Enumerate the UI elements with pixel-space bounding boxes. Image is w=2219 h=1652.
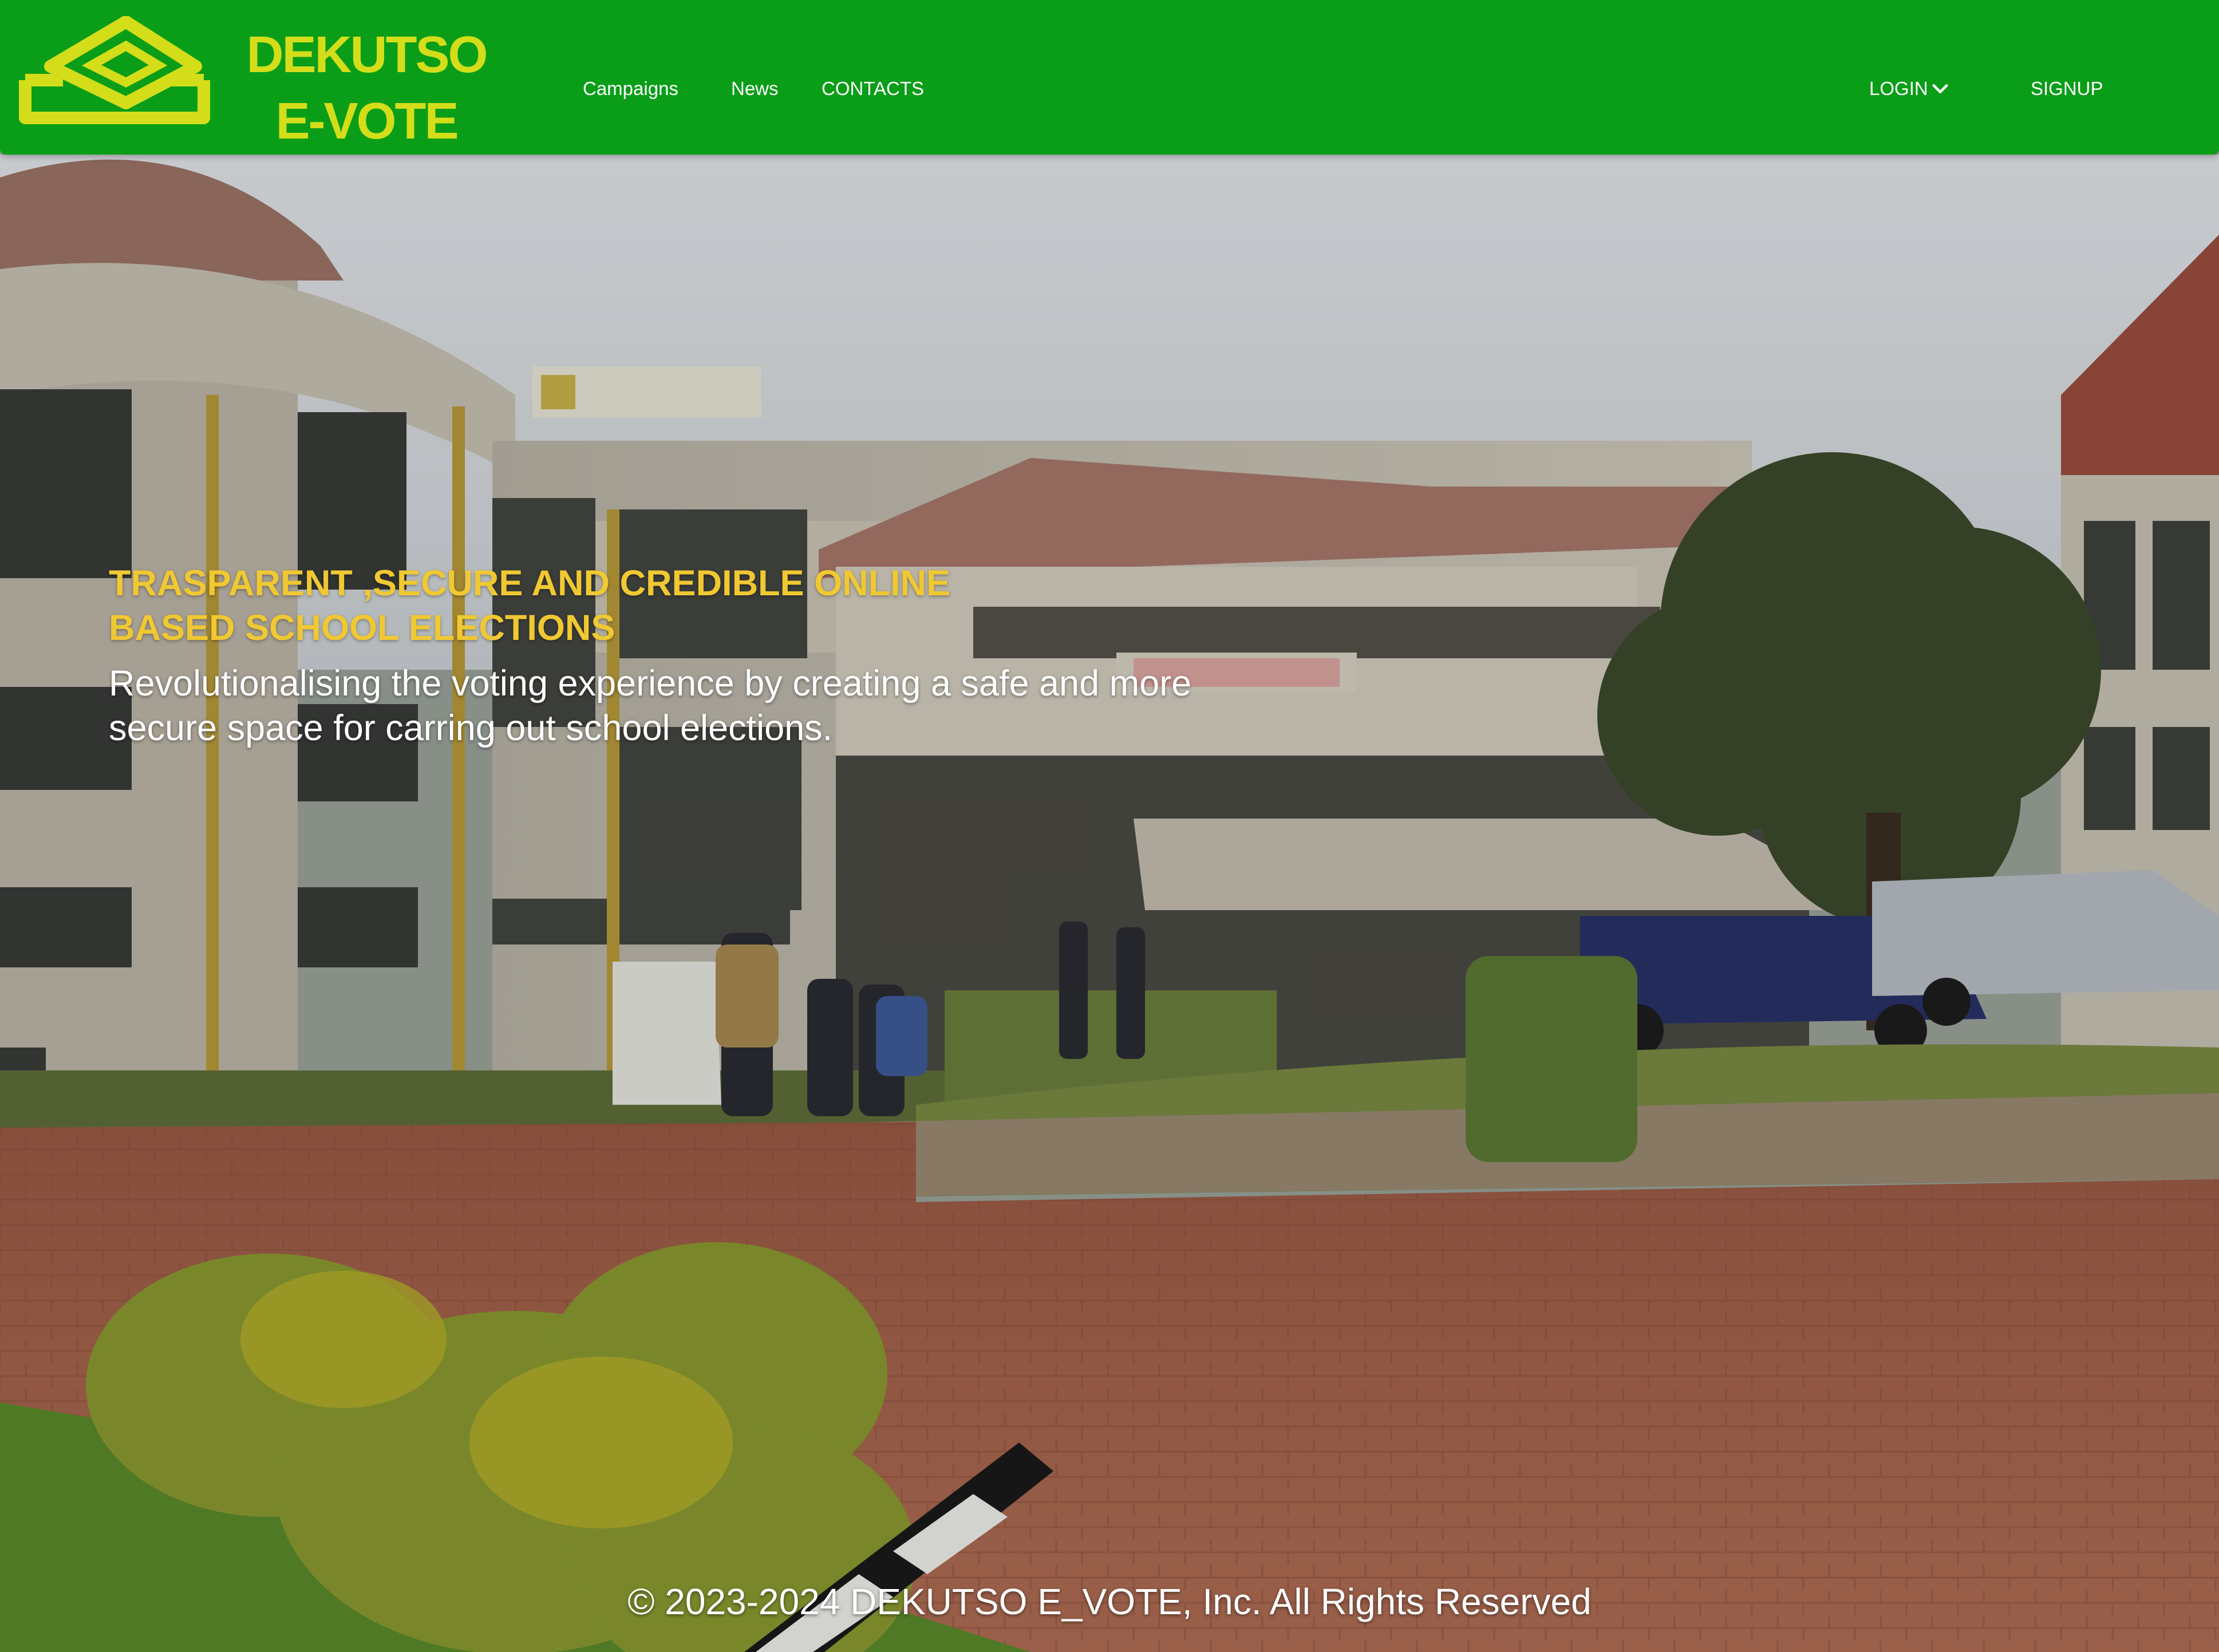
login-label: LOGIN	[1869, 78, 1928, 99]
brand-name[interactable]: DEKUTSO E-VOTE	[240, 22, 492, 155]
navbar: DEKUTSO E-VOTE Campaigns News CONTACTS L…	[0, 0, 2219, 155]
nav-signup-link[interactable]: SIGNUP	[2031, 74, 2103, 103]
chevron-down-icon	[1932, 84, 1948, 93]
nav-news-link[interactable]: News	[731, 74, 779, 103]
nav-campaigns-link[interactable]: Campaigns	[583, 74, 678, 103]
nav-contacts-link[interactable]: CONTACTS	[822, 74, 924, 103]
footer-copyright: © 2023-2024 DEKUTSO E_VOTE, Inc. All Rig…	[627, 1581, 1592, 1622]
brand-line-2: E-VOTE	[275, 93, 459, 150]
hero-headline: TRASPARENT ,SECURE AND CREDIBLE ONLINE B…	[109, 563, 951, 648]
hero-tagline: Revolutionalising the voting experience …	[109, 663, 1192, 748]
hero-background-image	[0, 155, 2219, 1652]
ballot-box-icon[interactable]	[17, 16, 212, 131]
hero-overlay	[0, 155, 2219, 1652]
brand-line-1: DEKUTSO	[246, 26, 488, 84]
login-dropdown[interactable]: LOGIN	[1869, 74, 1950, 103]
